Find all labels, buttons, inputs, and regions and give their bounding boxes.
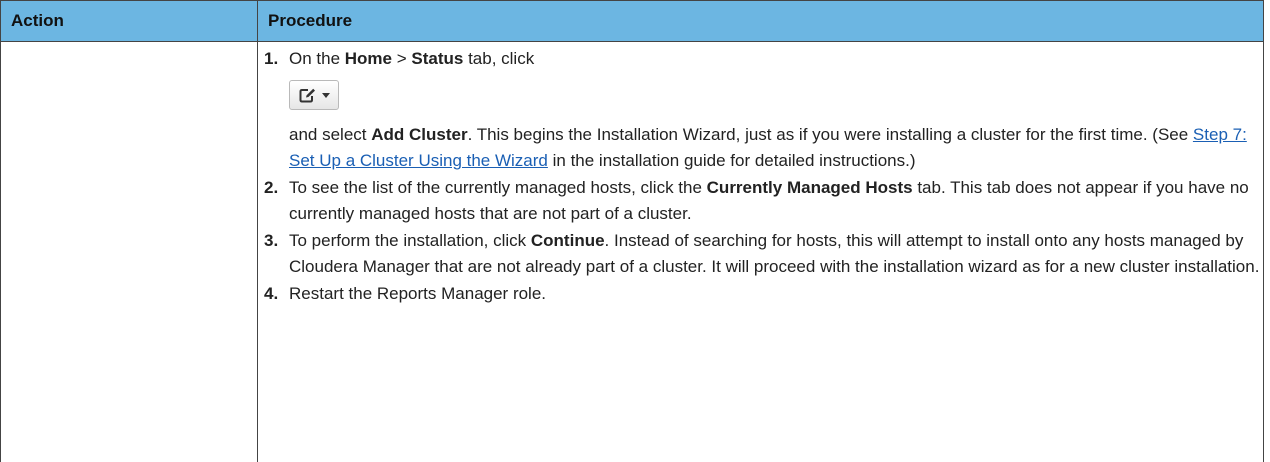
currently-managed-hosts-label: Currently Managed Hosts [706, 178, 913, 197]
step-1-line-1: On the Home > Status tab, click [289, 46, 1263, 72]
step-1: 1. On the Home > Status tab, click and s… [264, 46, 1263, 174]
header-action: Action [0, 0, 258, 42]
step-2: 2. To see the list of the currently mana… [264, 175, 1263, 227]
procedure-cell: 1. On the Home > Status tab, click and s… [257, 41, 1264, 462]
step-3-text: To perform the installation, click [289, 231, 531, 250]
action-cell [0, 41, 258, 462]
step-4-number: 4. [264, 284, 279, 303]
edit-dropdown-button[interactable] [289, 80, 339, 110]
edit-icon [299, 88, 315, 102]
header-procedure: Procedure [257, 0, 1264, 42]
home-label: Home [344, 49, 392, 68]
step-1-click-text: tab, click [463, 49, 535, 68]
step-1-description: and select Add Cluster. This begins the … [289, 122, 1263, 174]
step-1-main-text: . This begins the Installation Wizard, j… [467, 125, 1193, 144]
step-4: 4. Restart the Reports Manager role. [264, 281, 1263, 307]
table-header-row: Action Procedure [0, 0, 1264, 42]
procedure-table: Action Procedure 1. On the Home > Status… [0, 0, 1264, 462]
procedure-steps: 1. On the Home > Status tab, click and s… [264, 46, 1263, 307]
continue-label: Continue [530, 231, 605, 250]
step-1-end-text: in the installation guide for detailed i… [547, 151, 916, 170]
button-row [289, 74, 1263, 118]
step-4-text: Restart the Reports Manager role. [289, 284, 547, 303]
step-3-number: 3. [264, 231, 279, 250]
step-2-text: To see the list of the currently managed… [289, 178, 707, 197]
step-3: 3. To perform the installation, click Co… [264, 228, 1263, 280]
status-label: Status [411, 49, 464, 68]
step-1-select-text: and select [289, 125, 372, 144]
step-1-separator: > [392, 49, 412, 68]
step-1-text: On the [289, 49, 345, 68]
table-row: 1. On the Home > Status tab, click and s… [0, 41, 1264, 462]
step-1-number: 1. [264, 49, 279, 68]
add-cluster-label: Add Cluster [371, 125, 468, 144]
chevron-down-icon [321, 92, 330, 98]
step-2-number: 2. [264, 178, 279, 197]
